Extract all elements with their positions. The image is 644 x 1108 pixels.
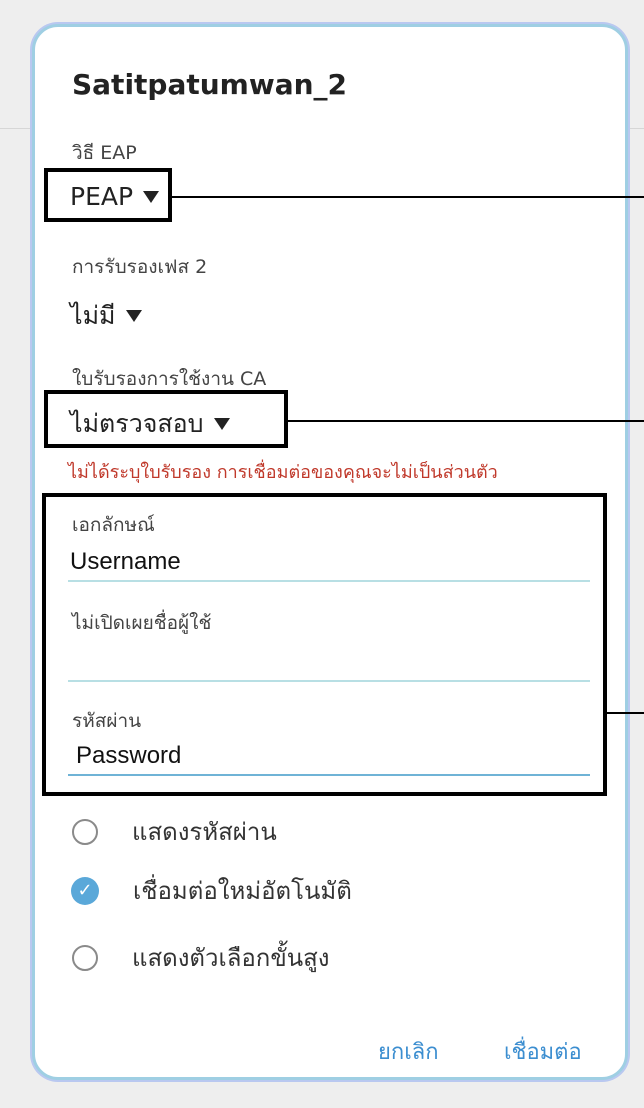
identity-label: เอกลักษณ์ [72, 514, 155, 536]
phase2-label: การรับรองเฟส 2 [72, 256, 208, 278]
network-title: Satitpatumwan_2 [72, 68, 348, 101]
annotation-line-credentials [607, 712, 644, 714]
password-underline [68, 774, 590, 776]
show-password-option[interactable]: แสดงรหัสผ่าน [72, 812, 277, 851]
phase2-value: ไม่มี [70, 301, 116, 330]
unchecked-radio-icon [72, 818, 98, 845]
eap-method-label: วิธี EAP [72, 142, 137, 164]
annotation-box-ca [44, 390, 288, 448]
phase2-dropdown[interactable]: ไม่มี [70, 296, 142, 336]
show-password-label: แสดงรหัสผ่าน [132, 818, 277, 846]
connect-button[interactable]: เชื่อมต่อ [504, 1034, 582, 1069]
dropdown-arrow-icon [125, 310, 142, 322]
password-label: รหัสผ่าน [72, 710, 142, 732]
password-field[interactable]: Password [76, 742, 181, 770]
advanced-options-label: แสดงตัวเลือกขั้นสูง [132, 944, 330, 972]
anonymous-identity-label: ไม่เปิดเผยชื่อผู้ใช้ [72, 612, 212, 634]
cancel-button[interactable]: ยกเลิก [378, 1034, 439, 1069]
annotation-line-eap [172, 196, 644, 198]
auto-reconnect-label: เชื่อมต่อใหม่อัตโนมัติ [133, 877, 352, 905]
auto-reconnect-option[interactable]: ✓ เชื่อมต่อใหม่อัตโนมัติ [71, 871, 352, 910]
identity-field[interactable]: Username [70, 548, 181, 576]
unchecked-radio-icon [72, 944, 98, 971]
checkmark-icon: ✓ [71, 876, 99, 905]
identity-underline [68, 580, 590, 582]
anonymous-identity-field[interactable] [70, 646, 590, 676]
anonymous-identity-underline [68, 680, 590, 682]
certificate-warning: ไม่ได้ระบุใบรับรอง การเชื่อมต่อของคุณจะไ… [68, 462, 498, 483]
annotation-line-ca [288, 420, 644, 422]
annotation-box-eap [44, 168, 172, 222]
advanced-options-option[interactable]: แสดงตัวเลือกขั้นสูง [72, 938, 330, 977]
